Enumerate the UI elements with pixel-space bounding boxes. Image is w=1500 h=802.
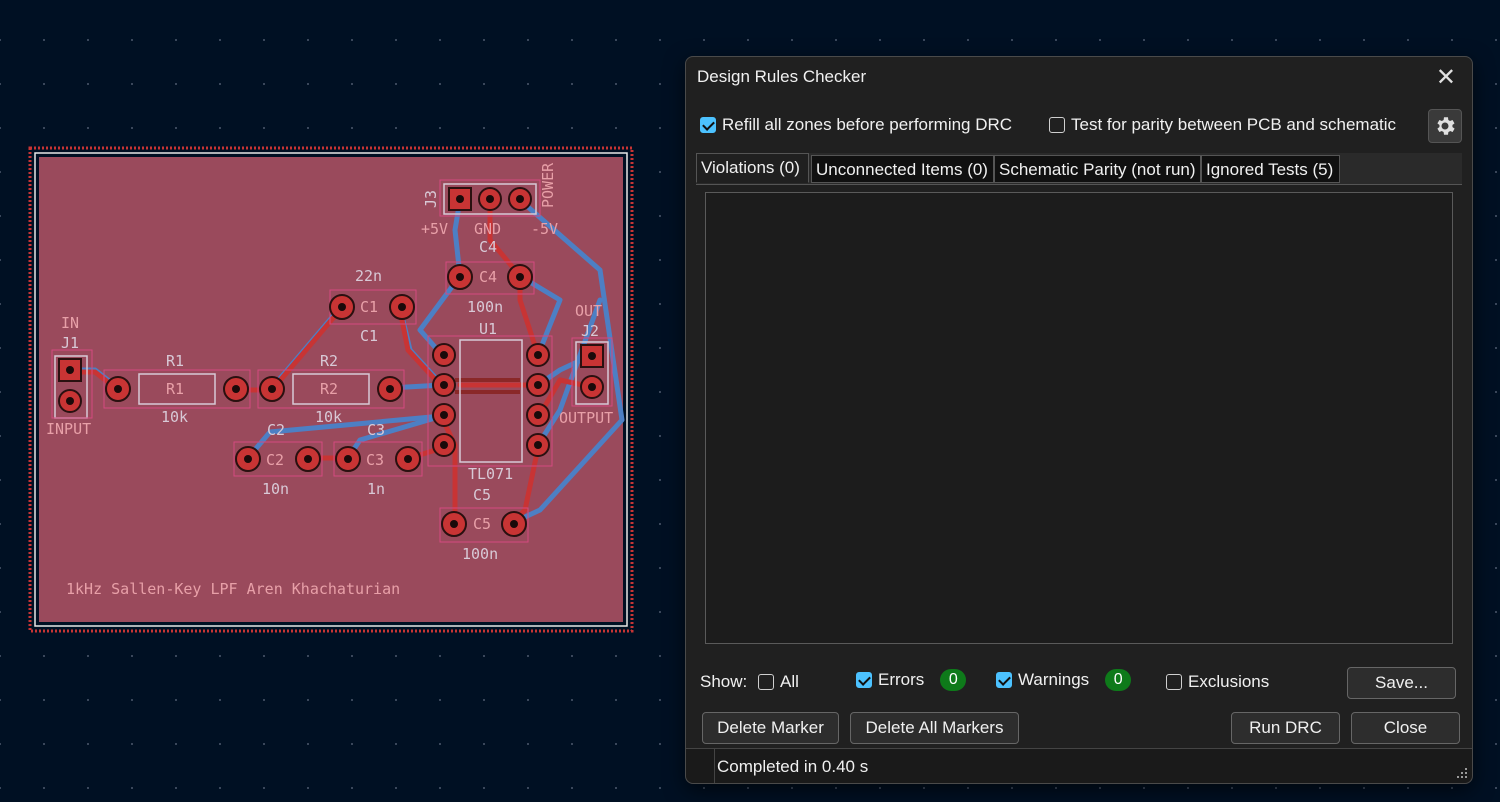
label-j2: J2 [581,322,599,340]
label-out: OUT [575,302,602,320]
warnings-count-badge: 0 [1105,669,1132,691]
refill-zones-checkbox[interactable] [700,117,716,133]
resize-grip-icon[interactable] [1456,767,1468,779]
close-button[interactable]: Close [1351,712,1460,744]
label-c5-inner: C5 [473,515,491,533]
drc-dialog: Design Rules Checker ✕ Refill all zones … [685,56,1473,784]
filter-errors-label: Errors [878,670,925,689]
pcb-board-drawing: IN J1 INPUT R1 R1 10k R2 R2 10k 22n C1 C… [28,146,634,633]
close-icon[interactable]: ✕ [1436,63,1456,92]
status-text: Completed in 0.40 s [717,757,869,776]
label-j1: J1 [61,334,79,352]
label-r2-inner: R2 [320,380,338,398]
tab-schematic-parity[interactable]: Schematic Parity (not run) [994,155,1201,183]
filter-warnings-checkbox[interactable] [996,672,1012,688]
label-output: OUTPUT [559,409,613,427]
label-p5v: +5V [421,220,448,238]
pcb-canvas[interactable]: IN J1 INPUT R1 R1 10k R2 R2 10k 22n C1 C… [0,0,680,802]
delete-marker-button[interactable]: Delete Marker [702,712,839,744]
label-c1: C1 [360,327,378,345]
delete-all-markers-button[interactable]: Delete All Markers [850,712,1019,744]
label-r2: R2 [320,352,338,370]
label-gnd: GND [474,220,501,238]
label-power: POWER [539,162,557,208]
filter-all-checkbox[interactable] [758,674,774,690]
label-u1-val: TL071 [468,465,513,483]
status-bar: Completed in 0.40 s [686,748,1472,783]
refill-zones-label: Refill all zones before performing DRC [722,115,1013,134]
label-c2-inner: C2 [266,451,284,469]
filter-errors[interactable]: Errors 0 [856,669,967,691]
dialog-title: Design Rules Checker [697,67,867,86]
parity-test-checkbox[interactable] [1049,117,1065,133]
refill-zones-option[interactable]: Refill all zones before performing DRC [700,115,1012,135]
show-label: Show: [700,672,748,691]
label-c2: C2 [267,421,285,439]
label-c2-val: 10n [262,480,289,498]
label-r1-val: 10k [161,408,188,426]
label-c5-val: 100n [462,545,498,563]
filter-warnings-label: Warnings [1018,670,1090,689]
board-title-text: 1kHz Sallen-Key LPF Aren Khachaturian [66,580,400,598]
label-u1: U1 [479,320,497,338]
tab-violations[interactable]: Violations (0) [696,153,809,183]
tab-ignored-tests[interactable]: Ignored Tests (5) [1201,155,1340,183]
label-in: IN [61,314,79,332]
filter-all[interactable]: All [758,672,799,692]
label-c3-val: 1n [367,480,385,498]
label-c3-inner: C3 [366,451,384,469]
run-drc-button[interactable]: Run DRC [1231,712,1340,744]
label-c3: C3 [367,421,385,439]
label-c5: C5 [473,486,491,504]
filter-warnings[interactable]: Warnings 0 [996,669,1132,691]
parity-test-label: Test for parity between PCB and schemati… [1071,115,1397,134]
label-c1-val: 22n [355,267,382,285]
filter-exclusions-label: Exclusions [1188,672,1270,691]
gear-icon [1437,117,1455,135]
parity-test-option[interactable]: Test for parity between PCB and schemati… [1049,115,1396,135]
label-c1-inner: C1 [360,298,378,316]
label-r2-val: 10k [315,408,342,426]
settings-button[interactable] [1428,109,1462,143]
status-bar-left-cell [686,749,715,783]
label-c4: C4 [479,238,497,256]
label-r1: R1 [166,352,184,370]
tab-unconnected-items[interactable]: Unconnected Items (0) [811,155,994,183]
label-input: INPUT [46,420,91,438]
filter-all-label: All [780,672,799,691]
save-button[interactable]: Save... [1347,667,1456,699]
label-c4-val: 100n [467,298,503,316]
label-m5v: -5V [531,220,558,238]
filter-errors-checkbox[interactable] [856,672,872,688]
filter-exclusions[interactable]: Exclusions [1166,672,1269,692]
label-c4-inner: C4 [479,268,497,286]
violations-list[interactable] [705,192,1453,644]
result-tabs: Violations (0) Unconnected Items (0) Sch… [696,153,1462,185]
label-r1-inner: R1 [166,380,184,398]
errors-count-badge: 0 [940,669,967,691]
filter-exclusions-checkbox[interactable] [1166,674,1182,690]
label-j3: J3 [422,190,440,208]
filter-row: Show: All Errors 0 Warnings 0 Exclusions [700,669,1458,699]
